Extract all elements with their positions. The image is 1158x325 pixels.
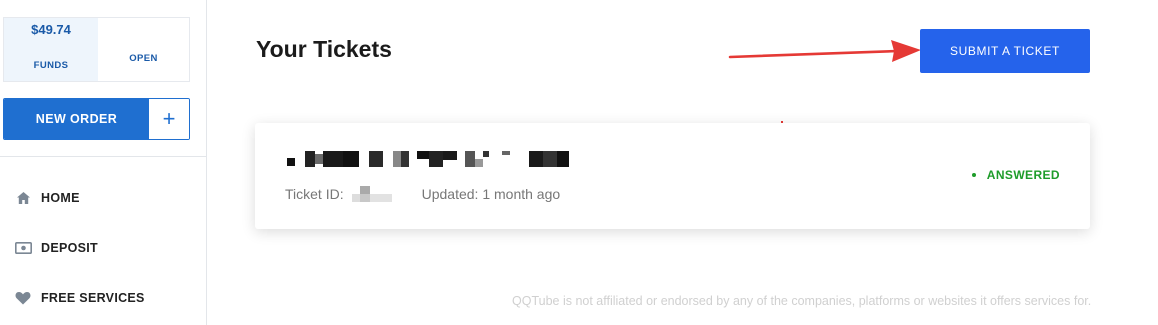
funds-cell[interactable]: $49.74 FUNDS <box>4 18 98 81</box>
sidebar-item-label: DEPOSIT <box>41 241 98 255</box>
open-cell[interactable]: OPEN <box>98 18 189 81</box>
deposit-icon <box>14 239 32 257</box>
ticket-meta: Ticket ID: Updated: 1 month ago <box>285 186 560 202</box>
new-order-plus-button[interactable]: + <box>149 99 189 139</box>
footer-disclaimer: QQTube is not affiliated or endorsed by … <box>512 294 1092 308</box>
sidebar-divider <box>0 156 206 157</box>
sidebar-item-free-services[interactable]: FREE SERVICES <box>14 286 199 310</box>
ticket-subject-redacted <box>287 151 572 167</box>
ticket-id-label: Ticket ID: <box>285 186 344 202</box>
annotation-arrow <box>728 40 921 62</box>
sidebar-item-deposit[interactable]: DEPOSIT <box>14 236 199 260</box>
account-summary: $49.74 FUNDS OPEN <box>3 17 190 82</box>
submit-ticket-button[interactable]: SUBMIT A TICKET <box>920 29 1090 73</box>
funds-label: FUNDS <box>33 60 69 71</box>
home-icon <box>14 189 32 207</box>
sidebar-item-home[interactable]: HOME <box>14 186 199 210</box>
ticket-updated: Updated: 1 month ago <box>421 186 561 202</box>
sidebar: $49.74 FUNDS OPEN NEW ORDER + HOME DEPOS… <box>0 0 207 325</box>
status-dot-icon <box>971 173 976 177</box>
status-badge: ANSWERED <box>971 168 1060 182</box>
sidebar-item-label: FREE SERVICES <box>41 291 145 305</box>
ticket-id-redacted <box>351 186 392 202</box>
heart-icon <box>14 289 32 307</box>
sidebar-item-label: HOME <box>41 191 80 205</box>
page-title: Your Tickets <box>256 36 392 62</box>
new-order-group: NEW ORDER + <box>3 98 190 140</box>
funds-amount: $49.74 <box>31 22 71 37</box>
status-label: ANSWERED <box>986 168 1060 182</box>
open-label: OPEN <box>129 53 158 64</box>
ticket-card[interactable]: Ticket ID: Updated: 1 month ago ANSWERED <box>255 123 1090 229</box>
new-order-button[interactable]: NEW ORDER <box>4 99 149 139</box>
